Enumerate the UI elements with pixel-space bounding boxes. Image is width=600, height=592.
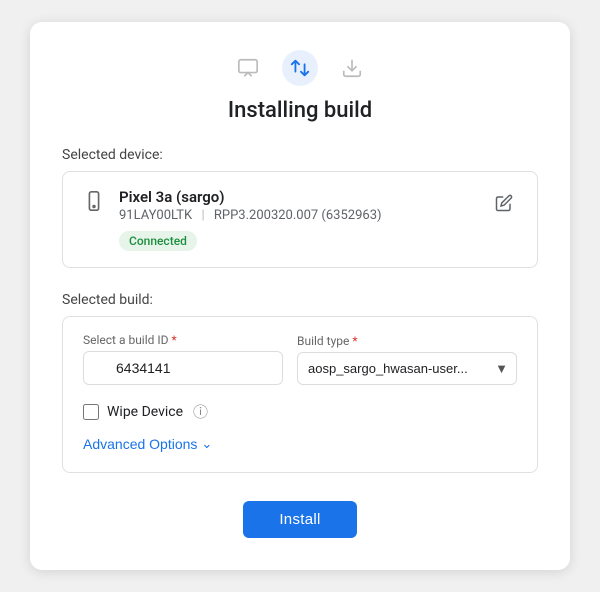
- build-type-required: *: [352, 334, 357, 348]
- build-fields: Select a build ID * 🔍 Build type * aosp_…: [83, 333, 517, 385]
- transfer-icon: [282, 50, 318, 86]
- build-type-select[interactable]: aosp_sargo_hwasan-user...: [297, 352, 517, 385]
- page-title: Installing build: [62, 98, 538, 123]
- wipe-device-label: Wipe Device: [107, 404, 183, 420]
- device-section-label: Selected device:: [62, 147, 538, 163]
- advanced-options-button[interactable]: Advanced Options ⌄: [83, 436, 212, 452]
- build-id-label: Select a build ID *: [83, 333, 283, 347]
- connected-badge: Connected: [119, 231, 197, 251]
- install-button[interactable]: Install: [243, 501, 356, 538]
- wipe-device-row: Wipe Device ⓘ: [83, 401, 517, 422]
- stepper: [62, 50, 538, 86]
- build-card: Select a build ID * 🔍 Build type * aosp_…: [62, 316, 538, 473]
- device-name: Pixel 3a (sargo): [119, 188, 477, 206]
- device-card: Pixel 3a (sargo) 91LAY00LTK | RPP3.20032…: [62, 171, 538, 268]
- device-build: RPP3.200320.007 (6352963): [214, 208, 382, 223]
- edit-device-button[interactable]: [491, 190, 517, 221]
- chevron-down-icon: ⌄: [201, 436, 212, 452]
- wipe-device-checkbox[interactable]: [83, 404, 99, 420]
- monitor-icon: [230, 50, 266, 86]
- build-id-input[interactable]: [83, 351, 283, 385]
- phone-icon: [83, 190, 105, 218]
- build-id-required: *: [172, 333, 177, 347]
- build-type-select-wrapper: aosp_sargo_hwasan-user... ▼: [297, 352, 517, 385]
- build-type-group: Build type * aosp_sargo_hwasan-user... ▼: [297, 334, 517, 385]
- separator: |: [201, 208, 204, 223]
- build-id-group: Select a build ID * 🔍: [83, 333, 283, 385]
- device-serial: 91LAY00LTK: [119, 208, 192, 223]
- build-id-search-wrapper: 🔍: [83, 351, 283, 385]
- install-row: Install: [62, 501, 538, 538]
- download-icon: [334, 50, 370, 86]
- help-icon[interactable]: ⓘ: [193, 401, 208, 422]
- device-info: Pixel 3a (sargo) 91LAY00LTK | RPP3.20032…: [119, 188, 477, 251]
- build-section-label: Selected build:: [62, 292, 538, 308]
- build-type-label: Build type *: [297, 334, 517, 348]
- advanced-options-label: Advanced Options: [83, 436, 197, 452]
- installing-build-dialog: Installing build Selected device: Pixel …: [30, 22, 570, 570]
- device-details: 91LAY00LTK | RPP3.200320.007 (6352963): [119, 208, 477, 223]
